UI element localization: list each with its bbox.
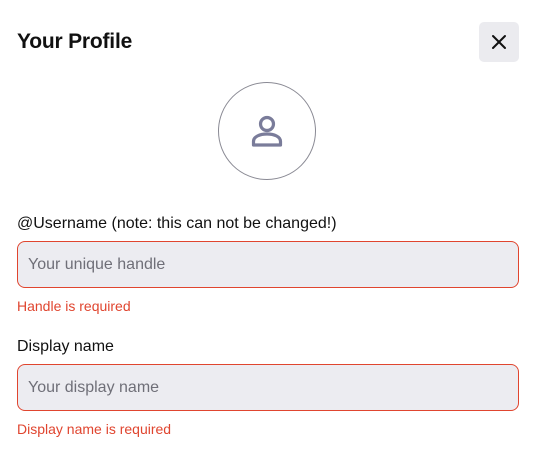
username-label: @Username (note: this can not be changed…	[17, 215, 337, 232]
page-title: Your Profile	[17, 30, 133, 53]
person-icon	[251, 115, 283, 147]
display-name-label: Display name	[17, 338, 114, 355]
close-icon	[492, 35, 506, 49]
display-name-error: Display name is required	[17, 421, 172, 437]
display-name-input[interactable]	[17, 364, 519, 411]
close-button[interactable]	[479, 22, 519, 62]
username-input[interactable]	[17, 241, 519, 288]
avatar[interactable]	[218, 82, 316, 180]
username-error: Handle is required	[17, 298, 131, 314]
profile-dialog: Your Profile @Username (note: this can n…	[0, 0, 535, 456]
